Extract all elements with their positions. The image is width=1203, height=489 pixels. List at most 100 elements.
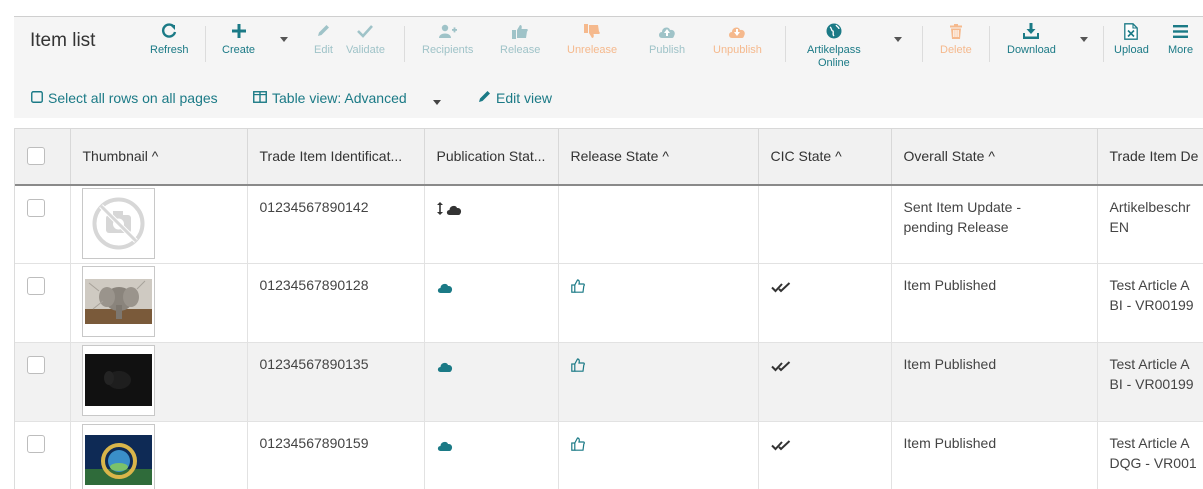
page-title: Item list <box>30 30 96 51</box>
column-header-cic-state[interactable]: CIC State ^ <box>758 128 892 186</box>
column-header-thumbnail[interactable]: Thumbnail ^ <box>70 128 248 186</box>
table-row[interactable]: 01234567890135 Item Published Test Artic… <box>15 342 1203 422</box>
excel-file-icon <box>1124 22 1139 44</box>
download-button[interactable]: Download <box>1007 22 1056 57</box>
publication-state-cell <box>424 184 559 264</box>
row-checkbox[interactable] <box>27 198 45 217</box>
create-dropdown-caret[interactable] <box>280 37 288 42</box>
hamburger-menu-icon <box>1173 24 1189 42</box>
table-view-caret[interactable] <box>433 100 441 105</box>
delete-button[interactable]: Delete <box>940 22 972 57</box>
publish-button[interactable]: Publish <box>649 22 685 57</box>
table-row[interactable]: 01234567890159 Item Published Test Artic… <box>15 421 1203 489</box>
columns-icon <box>253 90 267 106</box>
description-line1: Test Article A <box>1109 356 1190 372</box>
overall-state-line1: Item Published <box>903 435 997 451</box>
square-checkbox-icon <box>31 90 43 106</box>
globe-thumbnail[interactable] <box>81 424 155 489</box>
more-label: More <box>1168 44 1194 56</box>
column-header-release-state[interactable]: Release State ^ <box>558 128 759 186</box>
edit-button[interactable]: Edit <box>314 22 333 57</box>
thumbs-down-icon <box>584 23 600 43</box>
up-down-arrow-icon <box>436 200 443 220</box>
row-select-cell <box>15 342 71 422</box>
description-cell: Test Article A BI - VR00199 <box>1097 342 1203 422</box>
elephant-image <box>84 269 152 334</box>
description-line2: DQG - VR001 <box>1109 455 1197 471</box>
table-row[interactable]: 01234567890128 Item Published Test Artic… <box>15 263 1203 343</box>
column-header-trade-item-id[interactable]: Trade Item Identificat... <box>247 128 425 186</box>
edit-view-label: Edit view <box>496 90 553 106</box>
pencil-icon <box>316 24 330 42</box>
row-checkbox[interactable] <box>27 277 45 295</box>
item-table-container: Thumbnail ^ Trade Item Identificat... Pu… <box>14 128 1203 489</box>
select-all-checkbox[interactable] <box>27 147 45 166</box>
overall-state-line2: pending Release <box>903 218 1009 235</box>
thumbs-up-outline-icon <box>570 436 585 456</box>
pencil-icon <box>478 90 491 106</box>
edit-view-link[interactable]: Edit view <box>478 90 552 106</box>
table-header-row: Thumbnail ^ Trade Item Identificat... Pu… <box>15 128 1203 186</box>
elephant-thumbnail[interactable] <box>81 266 155 337</box>
cic-state-cell <box>758 263 892 343</box>
validate-label: Validate <box>346 44 385 56</box>
no-image-thumbnail[interactable] <box>81 187 155 259</box>
row-select-cell <box>15 263 71 343</box>
overall-state-line1: Item Published <box>903 356 997 372</box>
refresh-label: Refresh <box>150 44 189 56</box>
column-header-publication-state[interactable]: Publication Stat... <box>424 128 559 186</box>
download-label: Download <box>1007 44 1056 56</box>
description-cell: Test Article A BI - VR00199 <box>1097 263 1203 343</box>
gtin-cell: 01234567890128 <box>247 263 425 343</box>
overall-state-line1: Item Published <box>903 277 997 293</box>
row-checkbox[interactable] <box>27 435 45 453</box>
description-line2: EN <box>1109 218 1129 235</box>
unrelease-button[interactable]: Unrelease <box>567 22 617 57</box>
refresh-button[interactable]: Refresh <box>150 22 189 57</box>
upload-button[interactable]: Upload <box>1114 22 1149 57</box>
toolbar-separator <box>922 26 923 62</box>
more-button[interactable]: More <box>1168 22 1193 57</box>
release-button[interactable]: Release <box>500 22 540 57</box>
validate-button[interactable]: Validate <box>346 22 385 57</box>
release-state-cell <box>558 184 759 264</box>
thumbs-up-outline-icon <box>570 357 585 377</box>
toolbar-separator <box>404 26 405 62</box>
dark-thumbnail[interactable] <box>81 345 155 416</box>
create-button[interactable]: Create <box>222 22 255 57</box>
unpublish-button[interactable]: Unpublish <box>713 22 762 57</box>
globe-image <box>84 427 152 489</box>
publication-state-cell <box>424 263 559 343</box>
artikelpass-label-line1: Artikelpass <box>807 44 861 56</box>
overall-state-cell: Item Published <box>891 421 1098 489</box>
cic-state-cell <box>758 342 892 422</box>
recipients-button[interactable]: Recipients <box>422 22 473 57</box>
release-label: Release <box>500 44 541 56</box>
overall-state-cell: Sent Item Update - pending Release <box>891 184 1098 264</box>
row-checkbox[interactable] <box>27 356 45 374</box>
publication-state-cell <box>424 421 559 489</box>
upload-label: Upload <box>1114 44 1149 56</box>
artikelpass-online-button[interactable]: Artikelpass Online <box>807 22 861 70</box>
item-list-app: Item list Refresh Create Edit Validate R… <box>0 0 1203 489</box>
description-cell: Test Article A DQG - VR001 <box>1097 421 1203 489</box>
overall-state-cell: Item Published <box>891 342 1098 422</box>
table-row[interactable]: 01234567890142 Sent Item Update - pendin… <box>15 184 1203 264</box>
checkmark-icon <box>357 24 374 42</box>
toolbar-separator <box>1103 26 1104 62</box>
gtin-cell: 01234567890142 <box>247 184 425 264</box>
double-check-icon <box>770 436 791 456</box>
thumbnail-cell <box>70 421 248 489</box>
toolbar-separator <box>785 26 786 62</box>
overall-state-line1: Sent Item Update - <box>903 198 1022 215</box>
download-dropdown-caret[interactable] <box>1080 37 1088 42</box>
artikelpass-dropdown-caret[interactable] <box>894 37 902 42</box>
select-all-label: Select all rows on all pages <box>48 90 218 106</box>
table-view-dropdown[interactable]: Table view: Advanced <box>253 90 407 106</box>
row-select-cell <box>15 184 71 264</box>
column-header-overall-state[interactable]: Overall State ^ <box>891 128 1098 186</box>
delete-label: Delete <box>940 44 972 56</box>
select-all-rows-link[interactable]: Select all rows on all pages <box>31 90 218 106</box>
column-header-trade-item-description[interactable]: Trade Item De <box>1097 128 1203 186</box>
cloud-published-icon <box>437 278 453 298</box>
